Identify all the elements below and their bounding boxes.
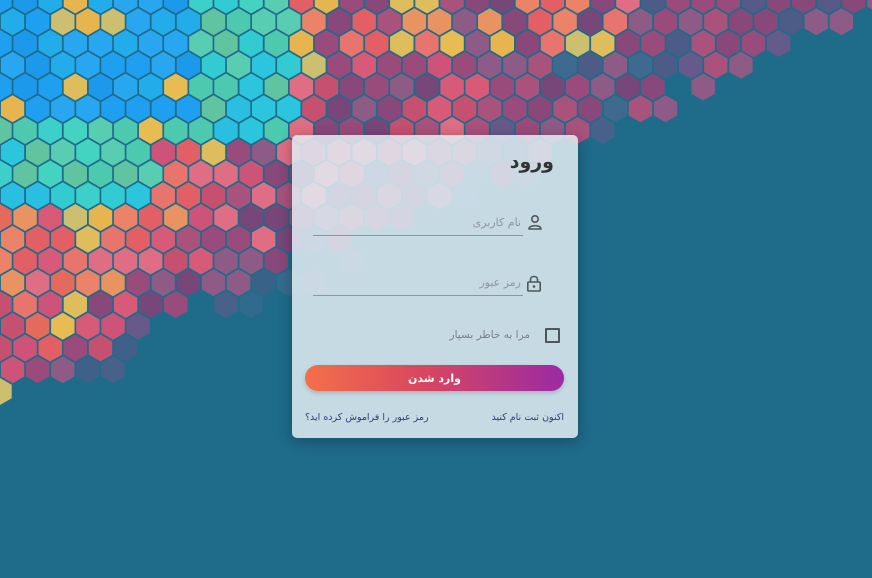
forgot-password-link[interactable]: رمز عبور را فراموش کرده اید؟ (305, 412, 429, 423)
remember-label: مرا به خاطر بسپار (449, 329, 530, 341)
login-title: ورود (509, 151, 554, 173)
lock-icon (526, 275, 541, 292)
username-field[interactable] (313, 209, 523, 236)
login-button[interactable]: وارد شدن (305, 365, 564, 391)
user-icon (528, 214, 542, 230)
password-input[interactable] (313, 269, 523, 295)
username-input[interactable] (313, 209, 523, 235)
login-card: ورود مرا به خاطر بسپار وارد شدن اکنون ثب… (292, 135, 578, 438)
register-link[interactable]: اکنون ثبت نام کنید (492, 412, 564, 423)
remember-me[interactable]: مرا به خاطر بسپار (450, 327, 560, 343)
remember-checkbox[interactable] (545, 327, 560, 343)
password-field[interactable] (313, 269, 523, 296)
